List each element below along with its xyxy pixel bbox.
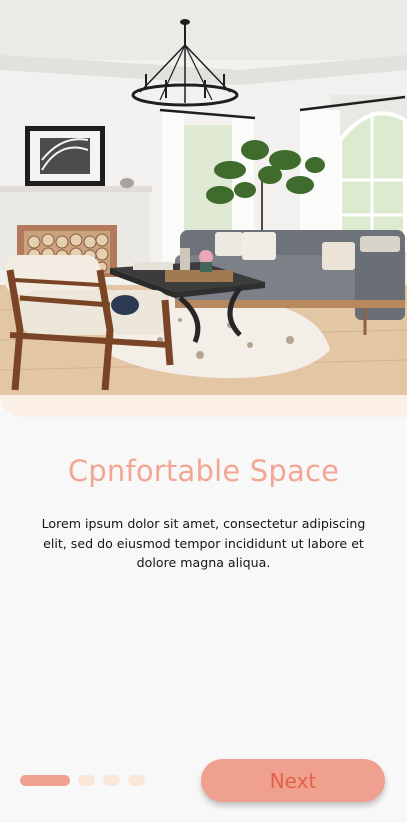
onboarding-title: Cpnfortable Space xyxy=(67,454,340,488)
page-dot xyxy=(78,775,95,786)
living-room-illustration xyxy=(0,0,407,395)
next-button[interactable]: Next xyxy=(201,759,385,802)
hero-image xyxy=(0,0,407,395)
onboarding-description: Lorem ipsum dolor sit amet, consectetur … xyxy=(41,516,366,570)
onboarding-screen: Cpnfortable Space Lorem ipsum dolor sit … xyxy=(0,0,407,823)
page-dot-active xyxy=(20,775,70,786)
page-dot xyxy=(128,775,145,786)
hero-base-band xyxy=(0,395,407,417)
page-dot xyxy=(103,775,120,786)
